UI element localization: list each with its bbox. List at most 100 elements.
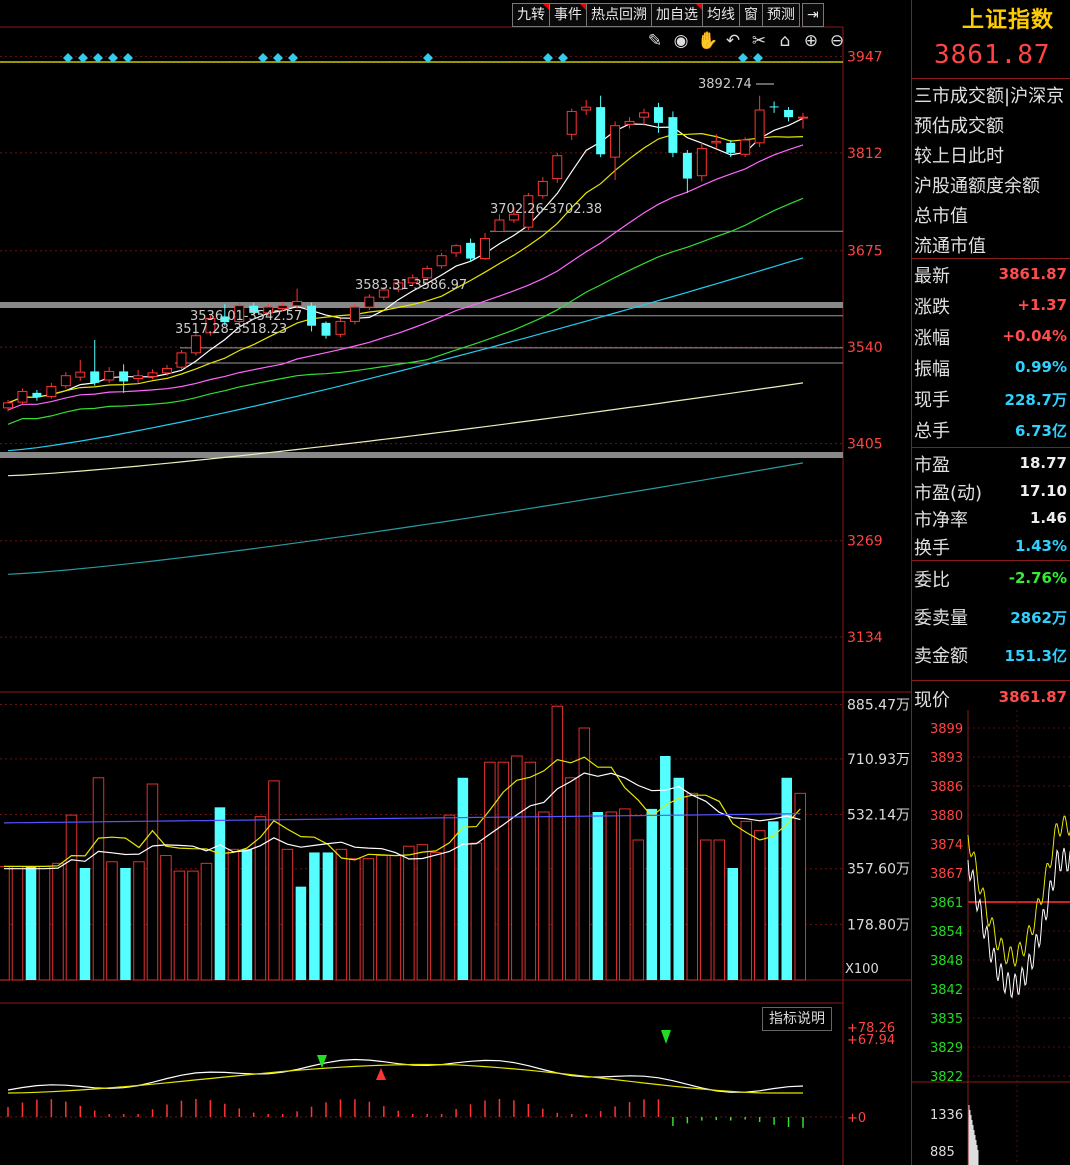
volume-bar bbox=[376, 855, 388, 981]
candle-body bbox=[364, 296, 375, 308]
price-axis-label: 3812 bbox=[847, 146, 883, 162]
undo-icon[interactable]: ↶ bbox=[723, 31, 743, 51]
mini-axis-label: 3829 bbox=[930, 1041, 963, 1056]
macd-dea-line bbox=[7, 1063, 803, 1094]
volume-bar bbox=[281, 848, 294, 981]
gap-annotation: 3702.26-3702.38 bbox=[490, 202, 602, 217]
candle-body bbox=[653, 107, 663, 123]
volume-bar bbox=[524, 761, 537, 981]
gap-annotation: 3517.28-3518.23 bbox=[175, 322, 287, 337]
candle-body bbox=[566, 110, 577, 135]
zoom-in-icon[interactable]: ⊕ bbox=[801, 31, 821, 51]
panel-label: 市盈(动) bbox=[914, 482, 983, 504]
toolbar-button-3[interactable]: 加自选 bbox=[651, 3, 702, 27]
ma30-line bbox=[7, 197, 804, 425]
candle-body bbox=[335, 320, 346, 335]
panel-label: 卖金额 bbox=[914, 646, 968, 667]
panel-value: 6.73亿 bbox=[1014, 422, 1067, 440]
toolbar-button-1[interactable]: 事件 bbox=[549, 3, 586, 27]
support-band bbox=[0, 302, 843, 308]
candle-body bbox=[610, 125, 621, 158]
candle-body bbox=[769, 106, 779, 108]
volume-bar bbox=[389, 855, 402, 981]
volume-bar bbox=[322, 852, 334, 980]
mini-axis-label: 3899 bbox=[930, 722, 963, 737]
volume-bar bbox=[497, 761, 510, 981]
panel-value: +0.04% bbox=[1002, 327, 1067, 345]
candle-body bbox=[32, 392, 42, 398]
volume-axis-label: 178.80万 bbox=[847, 917, 910, 933]
mini-axis-label: 3874 bbox=[930, 838, 963, 853]
high-annotation: 3892.74 bbox=[698, 77, 752, 92]
candle-body bbox=[436, 255, 447, 267]
candle-body bbox=[682, 152, 692, 179]
volume-bar bbox=[767, 821, 779, 980]
mini-axis-label: 3886 bbox=[930, 780, 963, 795]
kline-chart[interactable]: 3947 3812 3675 3540 3405 3269 3134 885.47万 710.… bbox=[0, 0, 911, 1165]
sell-signal-arrow bbox=[661, 1030, 671, 1044]
intraday-mini-chart[interactable]: 3899 3893 3886 3880 3874 3867 3861 3854 3848 3842… bbox=[912, 710, 1070, 1165]
indicator-help-button[interactable]: 指标说明 bbox=[762, 1007, 832, 1031]
zoom-out-icon[interactable]: ⊖ bbox=[827, 31, 847, 51]
toolbar-button-0[interactable]: 九转 bbox=[512, 3, 549, 27]
eye-icon[interactable]: ◉ bbox=[671, 31, 691, 51]
volume-bar bbox=[11, 865, 24, 981]
candle-body bbox=[104, 370, 115, 381]
volume-bar bbox=[362, 858, 375, 981]
collapse-panel-icon[interactable]: ⇥ bbox=[802, 3, 824, 27]
panel-label: 现手 bbox=[914, 390, 950, 411]
candle-body bbox=[60, 375, 71, 387]
panel-value: 151.3亿 bbox=[1004, 647, 1067, 665]
toolbar-button-6[interactable]: 预测 bbox=[762, 3, 800, 27]
candle-body bbox=[711, 140, 722, 144]
candle-body bbox=[133, 375, 144, 380]
mini-volume-label: 885 bbox=[930, 1145, 955, 1160]
drawing-tools: ✎ ◉ ✋ ↶ ✂ ⌂ ⊕ ⊖ bbox=[645, 31, 847, 51]
volume-bar bbox=[349, 858, 361, 981]
panel-value: 17.10 bbox=[1019, 481, 1067, 500]
panel-label: 市盈 bbox=[914, 455, 950, 476]
candle-body bbox=[349, 306, 360, 322]
panel-label: 振幅 bbox=[914, 359, 950, 380]
volume-bar bbox=[740, 820, 753, 981]
volume-bar bbox=[335, 848, 348, 981]
candle-body bbox=[696, 148, 707, 177]
candle-body bbox=[798, 116, 808, 119]
candle-body bbox=[451, 245, 462, 254]
price-axis-label: 3947 bbox=[847, 49, 883, 65]
volume-bar bbox=[754, 830, 766, 981]
candle-body bbox=[292, 300, 303, 307]
volume-bar bbox=[254, 816, 267, 981]
candle-body bbox=[639, 112, 649, 118]
panel-value: 0.99% bbox=[1014, 358, 1067, 376]
volume-unit: X100 bbox=[845, 962, 879, 977]
volume-axis-label: 710.93万 bbox=[847, 752, 910, 768]
pen-icon[interactable]: ✎ bbox=[645, 31, 665, 51]
mini-axis-label: 3861 bbox=[930, 896, 963, 911]
panel-value: 1.46 bbox=[1029, 509, 1067, 527]
mini-avg-line bbox=[967, 815, 1070, 968]
mini-axis-label: 3880 bbox=[930, 809, 963, 824]
hand-icon[interactable]: ✋ bbox=[697, 31, 718, 51]
volume-bar bbox=[416, 844, 429, 981]
volume-bar bbox=[673, 777, 685, 980]
scissors-icon[interactable]: ✂ bbox=[749, 31, 769, 51]
volume-bar bbox=[605, 811, 618, 981]
candle-body bbox=[494, 219, 505, 232]
panel-value: -2.76% bbox=[1008, 569, 1067, 587]
lock-icon[interactable]: ⌂ bbox=[775, 31, 795, 51]
ma120-line bbox=[7, 382, 804, 477]
panel-label: 委比 bbox=[914, 570, 950, 591]
toolbar-button-5[interactable]: 窗 bbox=[739, 3, 762, 27]
panel-label: 总市值 bbox=[914, 206, 968, 227]
volume-bar bbox=[565, 777, 577, 981]
macd-axis-label: +0 bbox=[847, 1111, 866, 1126]
toolbar-button-2[interactable]: 热点回溯 bbox=[586, 3, 651, 27]
panel-label: 最新 bbox=[914, 266, 950, 287]
volume-bar bbox=[700, 839, 712, 981]
candle-body bbox=[307, 305, 317, 326]
mini-axis-label: 3835 bbox=[930, 1012, 963, 1027]
toolbar-button-4[interactable]: 均线 bbox=[702, 3, 739, 27]
volume-bar bbox=[551, 705, 564, 981]
panel-label: 预估成交额 bbox=[914, 116, 1004, 137]
